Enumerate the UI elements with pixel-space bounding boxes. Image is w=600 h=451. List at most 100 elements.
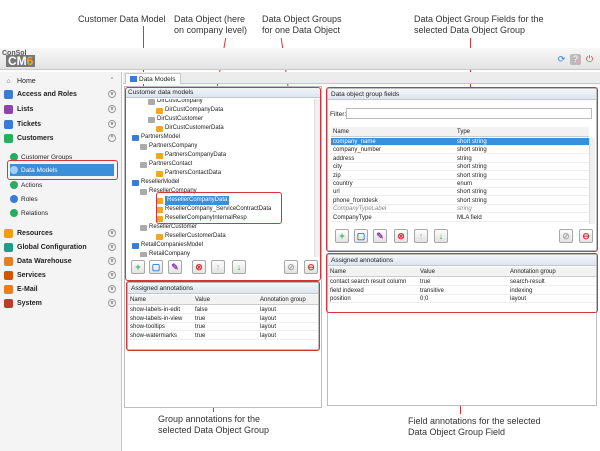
sidebar-item-email[interactable]: E-Mail v	[0, 282, 120, 296]
column-header-value[interactable]: Value	[193, 295, 255, 305]
logout-icon[interactable]: ⏻	[584, 54, 595, 65]
tree-node[interactable]: PartnersCompanyData	[156, 151, 226, 160]
tree-node[interactable]: PartnersModel	[132, 133, 180, 142]
copy-button[interactable]: ▢	[149, 260, 163, 274]
move-field-down-button[interactable]: ↓	[434, 229, 448, 243]
remove-field-button[interactable]: ⊖	[579, 229, 593, 243]
sidebar-item-lists[interactable]: Lists v	[0, 102, 120, 116]
edit-field-button[interactable]: ✎	[373, 229, 387, 243]
table-row[interactable]: zip short string	[331, 172, 589, 180]
filter-label: Filter:	[330, 111, 347, 118]
filter-input[interactable]	[346, 108, 592, 119]
table-row[interactable]: show-watermarks true layout	[128, 332, 318, 340]
field-disabled-button[interactable]: ⊘	[559, 229, 573, 243]
table-cell: layout	[260, 332, 277, 339]
tree-node-icon	[140, 188, 147, 195]
table-row[interactable]: address string	[331, 155, 589, 163]
sidebar-item-system[interactable]: System v	[0, 296, 120, 310]
roles-icon	[10, 195, 18, 203]
column-header-annotation-group[interactable]: Annotation group	[508, 267, 594, 277]
tree-node-icon	[156, 152, 163, 159]
tree-node[interactable]: PartnersContactData	[156, 169, 221, 178]
table-row[interactable]: CompanyType MLA field	[331, 214, 589, 222]
edit-button[interactable]: ✎	[168, 260, 182, 274]
table-row[interactable]: field indexed transitive indexing	[328, 287, 596, 295]
tree-node[interactable]: DirCustCustomerData	[156, 124, 224, 133]
sidebar-item-tickets[interactable]: Tickets v	[0, 117, 120, 131]
table-row[interactable]: contact search result column true search-r…	[328, 278, 596, 286]
table-row[interactable]: show-tooltips true layout	[128, 323, 318, 331]
delete-field-button[interactable]: ⊗	[394, 229, 408, 243]
sidebar-item-services[interactable]: Services v	[0, 268, 120, 282]
help-icon[interactable]: ?	[570, 54, 581, 65]
chevron-down-icon[interactable]: v	[108, 257, 116, 265]
move-up-button[interactable]: ↑	[211, 260, 225, 274]
table-row[interactable]: country enum	[331, 180, 589, 188]
copy-field-button[interactable]: ▢	[354, 229, 368, 243]
add-field-button[interactable]: +	[335, 229, 349, 243]
column-header-value[interactable]: Value	[418, 267, 506, 277]
table-row[interactable]: show-labels-in-view true layout	[128, 315, 318, 323]
table-row[interactable]: company_number short string	[331, 146, 589, 155]
tree-scrollbar[interactable]	[314, 99, 320, 257]
tree-node[interactable]: RetailCompaniesModel	[132, 241, 203, 250]
sidebar-item-global-configuration[interactable]: Global Configuration v	[0, 240, 120, 254]
move-field-up-button[interactable]: ↑	[414, 229, 428, 243]
sidebar-item-actions[interactable]: Actions	[10, 179, 42, 191]
sidebar-item-resources[interactable]: Resources v	[0, 226, 120, 240]
chevron-down-icon[interactable]: v	[108, 285, 116, 293]
table-row[interactable]: position 0;0 layout	[328, 295, 596, 303]
table-row[interactable]: phone_frontdesk short string	[331, 197, 589, 205]
table-cell: short string	[457, 189, 487, 196]
sidebar-item-access-and-roles[interactable]: Access and Roles v	[0, 87, 120, 101]
fields-scrollbar[interactable]	[589, 138, 595, 224]
logo-six: 6	[26, 54, 34, 68]
table-row[interactable]: url short string	[331, 188, 589, 197]
tree-node[interactable]: DirCustCompanyData	[156, 106, 223, 115]
sidebar-item-relations[interactable]: Relations	[10, 207, 48, 219]
tree-node[interactable]: ResellerModel	[132, 178, 179, 187]
chevron-down-icon[interactable]: v	[108, 299, 116, 307]
table-cell: true	[420, 279, 431, 285]
delete-button[interactable]: ⊗	[192, 260, 206, 274]
sidebar-item-label: Roles	[21, 195, 38, 203]
table-cell: layout	[260, 315, 277, 322]
tree-node[interactable]: DirCustCompany	[148, 99, 203, 106]
remove-button[interactable]: ⊖	[304, 260, 318, 274]
callout-field-annotations: Field annotations for the selected Data …	[408, 416, 541, 437]
chevron-down-icon[interactable]: v	[108, 105, 116, 113]
column-header-name[interactable]: Name	[328, 267, 416, 277]
table-row[interactable]: show-labels-in-edit false layout	[128, 306, 318, 314]
chevron-down-icon[interactable]: v	[108, 90, 116, 98]
column-header-name[interactable]: Name	[331, 127, 451, 137]
disabled-button[interactable]: ⊘	[284, 260, 298, 274]
move-down-button[interactable]: ↓	[232, 260, 246, 274]
sidebar-item-data-warehouse[interactable]: Data Warehouse v	[0, 254, 120, 268]
chevron-up-icon[interactable]: ^	[108, 134, 116, 142]
sidebar-item-home[interactable]: ⌂ Home ^	[0, 74, 120, 88]
tab-data-models[interactable]: Data Models	[125, 73, 181, 84]
table-cell: short string	[457, 197, 487, 204]
chevron-down-icon[interactable]: v	[108, 120, 116, 128]
tree-node[interactable]: PartnersCompany	[140, 142, 197, 151]
chevron-down-icon[interactable]: v	[108, 243, 116, 251]
tree-node[interactable]: ResellerCustomer	[140, 223, 197, 232]
column-header-name[interactable]: Name	[128, 295, 190, 305]
tree-node-icon	[156, 107, 163, 114]
chevron-down-icon[interactable]: v	[108, 229, 116, 237]
sidebar-item-customers[interactable]: Customers ^	[0, 131, 120, 145]
chevron-down-icon[interactable]: v	[108, 271, 116, 279]
tree-node[interactable]: ResellerCustomerData	[156, 232, 226, 241]
refresh-icon[interactable]: ⟳	[556, 54, 567, 65]
column-header-annotation-group[interactable]: Annotation group	[258, 295, 318, 305]
table-row[interactable]: city short string	[331, 163, 589, 172]
table-row[interactable]: CompanyTypeLabel string	[331, 205, 589, 214]
tree-node[interactable]: PartnersContact	[140, 160, 192, 169]
collapse-icon[interactable]: ^	[108, 77, 116, 85]
table-row[interactable]: company_name short string	[331, 138, 589, 146]
sidebar-item-roles[interactable]: Roles	[10, 193, 38, 205]
tree-node[interactable]: RetailCompany	[140, 250, 190, 257]
tree-node[interactable]: DirCustCustomer	[148, 115, 203, 124]
add-button[interactable]: +	[131, 260, 145, 274]
column-header-type[interactable]: Type	[455, 127, 575, 137]
